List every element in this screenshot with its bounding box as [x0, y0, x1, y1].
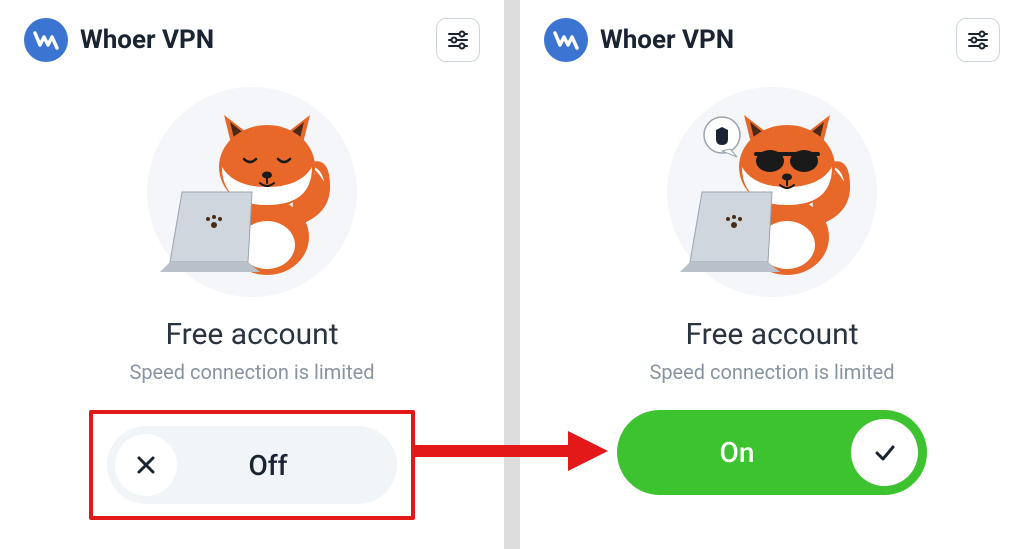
highlight-box: Off [89, 410, 415, 520]
settings-button[interactable] [956, 18, 1000, 62]
account-subtitle: Speed connection is limited [649, 360, 894, 384]
toggle-knob [851, 419, 918, 486]
header-left: Whoer VPN [544, 18, 734, 62]
header: Whoer VPN [544, 18, 1000, 62]
app-title: Whoer VPN [600, 25, 734, 55]
app-title: Whoer VPN [80, 25, 214, 55]
check-icon [872, 440, 898, 466]
account-subtitle: Speed connection is limited [129, 360, 374, 384]
toggle-knob [115, 434, 177, 496]
app-logo [24, 18, 68, 62]
vpn-toggle-off[interactable]: Off [107, 426, 397, 504]
settings-button[interactable] [436, 18, 480, 62]
annotation-arrow [408, 426, 608, 476]
app-logo [544, 18, 588, 62]
account-title: Free account [685, 317, 858, 352]
fox-mascot-cool-icon [672, 97, 872, 287]
header-left: Whoer VPN [24, 18, 214, 62]
sliders-icon [447, 29, 469, 51]
sliders-icon [967, 29, 989, 51]
mascot-illustration [667, 87, 877, 297]
toggle-label: Off [177, 449, 389, 482]
mascot-illustration [147, 87, 357, 297]
vpn-toggle-on[interactable]: On [617, 410, 927, 495]
x-icon [135, 454, 157, 476]
header: Whoer VPN [24, 18, 480, 62]
account-title: Free account [165, 317, 338, 352]
toggle-label: On [617, 436, 857, 469]
fox-mascot-icon [152, 97, 352, 287]
